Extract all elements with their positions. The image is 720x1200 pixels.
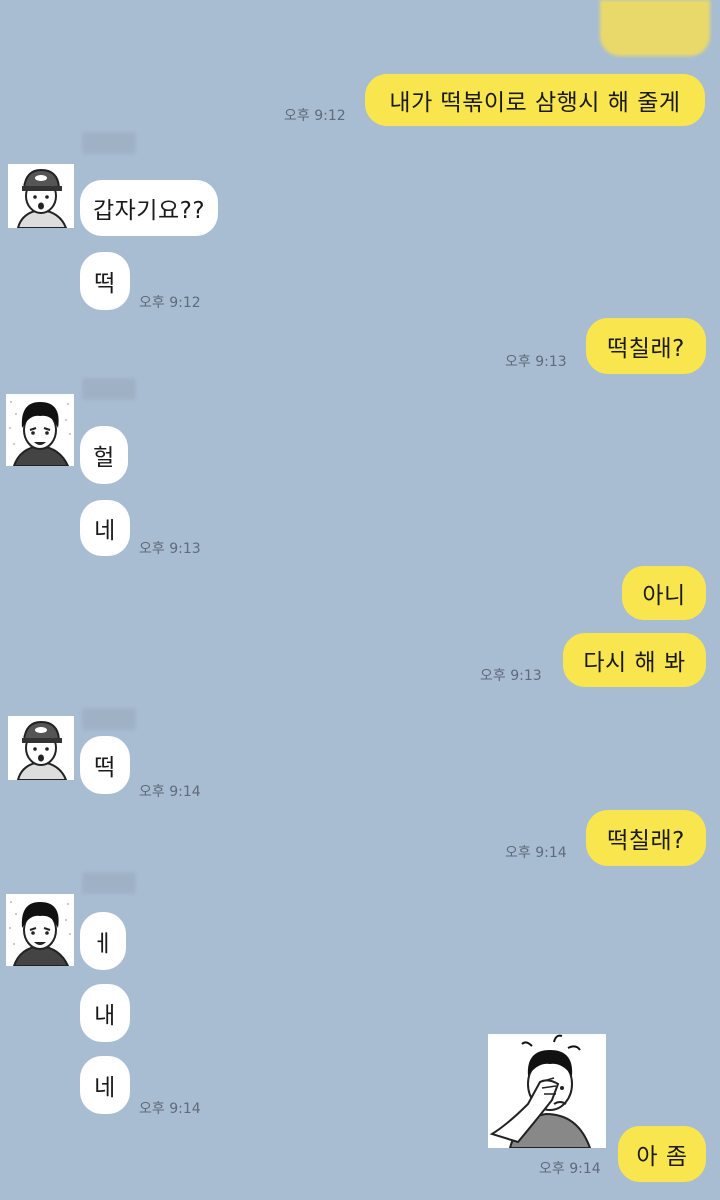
their-message-bubble[interactable]: 헐	[80, 426, 128, 484]
my-message-bubble[interactable]: 떡칠래?	[586, 810, 706, 866]
their-message-bubble[interactable]: 떡	[80, 736, 130, 794]
timestamp: 오후 9:13	[505, 354, 567, 370]
my-message-bubble[interactable]: 아 좀	[618, 1126, 706, 1182]
timestamp: 오후 9:14	[139, 784, 201, 800]
their-message-bubble[interactable]: 갑자기요??	[80, 180, 218, 236]
user-b-avatar[interactable]	[6, 894, 74, 966]
cap-boy-avatar-icon	[8, 164, 74, 228]
their-message-bubble[interactable]: 떡	[80, 252, 130, 310]
timestamp: 오후 9:12	[284, 108, 346, 124]
timestamp: 오후 9:12	[139, 295, 201, 311]
sender-name-blur	[82, 708, 136, 730]
their-message-bubble[interactable]: 네	[80, 1056, 130, 1114]
timestamp: 오후 9:14	[539, 1161, 601, 1177]
prev-message-blur	[600, 0, 710, 56]
their-message-bubble[interactable]: ㅔ	[80, 912, 126, 970]
their-message-bubble[interactable]: 내	[80, 984, 130, 1042]
my-message-bubble[interactable]: 다시 해 봐	[563, 633, 706, 687]
my-message-bubble[interactable]: 아니	[622, 566, 706, 620]
timestamp: 오후 9:14	[505, 845, 567, 861]
my-message-bubble[interactable]: 내가 떡볶이로 삼행시 해 줄게	[365, 74, 705, 126]
user-b-avatar[interactable]	[6, 394, 74, 466]
sender-name-blur	[82, 132, 136, 154]
user-a-avatar[interactable]	[8, 164, 74, 228]
dark-hair-boy-avatar-icon	[6, 894, 74, 966]
dark-hair-boy-avatar-icon	[6, 394, 74, 466]
sender-name-blur	[82, 378, 136, 400]
timestamp: 오후 9:13	[139, 541, 201, 557]
facepalm-sticker-icon	[488, 1034, 606, 1148]
user-a-avatar[interactable]	[8, 716, 74, 780]
facepalm-sticker[interactable]	[488, 1034, 606, 1148]
sender-name-blur	[82, 872, 136, 894]
my-message-bubble[interactable]: 떡칠래?	[586, 318, 706, 374]
their-message-bubble[interactable]: 네	[80, 500, 130, 556]
cap-boy-avatar-icon	[8, 716, 74, 780]
timestamp: 오후 9:13	[480, 668, 542, 684]
timestamp: 오후 9:14	[139, 1101, 201, 1117]
